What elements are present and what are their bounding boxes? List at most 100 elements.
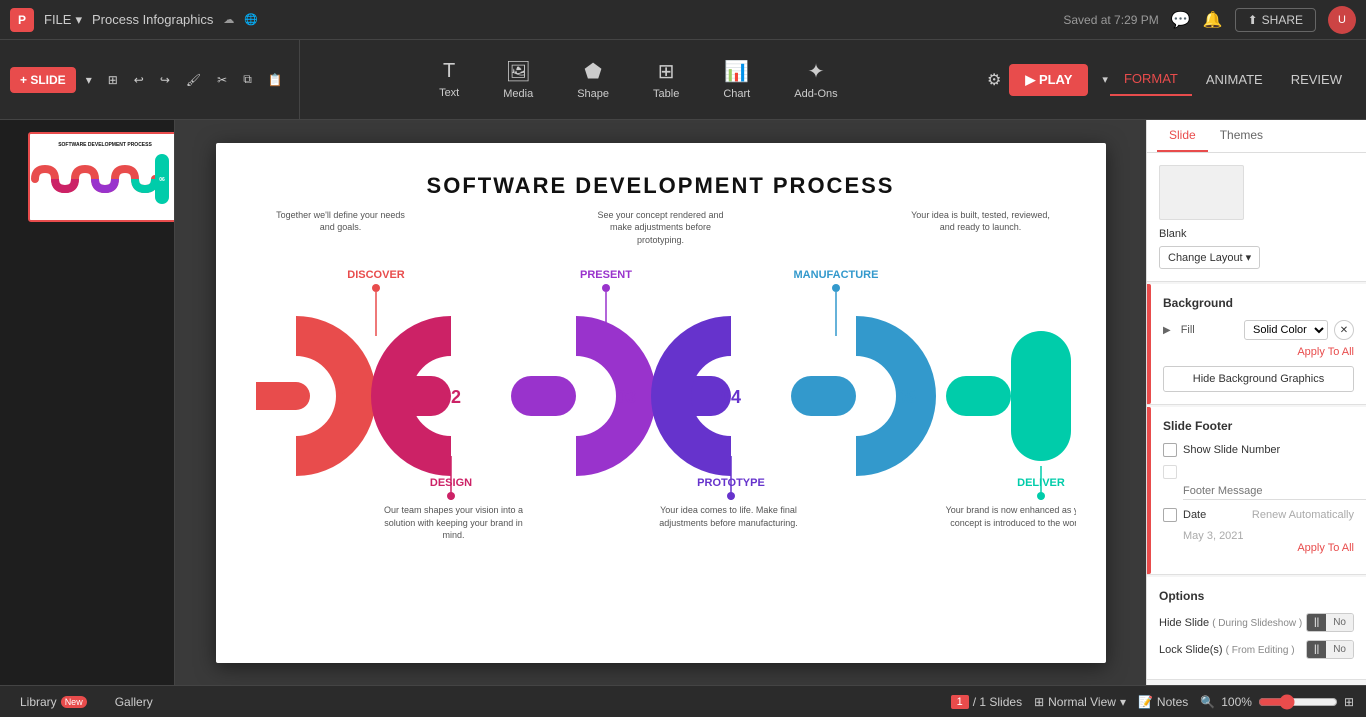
footer-message-checkbox[interactable]	[1163, 465, 1177, 479]
svg-text:03: 03	[82, 177, 88, 183]
show-slide-number-label: Show Slide Number	[1183, 444, 1280, 456]
comments-icon[interactable]: 💬	[1171, 10, 1191, 30]
top-right-actions: Saved at 7:29 PM 💬 🔔 ⬆ SHARE U	[1063, 6, 1356, 34]
footer-section: Slide Footer Show Slide Number Date Rene…	[1147, 407, 1366, 575]
tab-slide[interactable]: Slide	[1157, 120, 1208, 152]
options-title: Options	[1159, 589, 1354, 603]
settings-icon[interactable]: ⚙	[987, 70, 1001, 90]
slide-title: SOFTWARE DEVELOPMENT PROCESS	[256, 173, 1066, 199]
lock-slide-toggle-ii[interactable]: ||	[1307, 641, 1326, 658]
hide-slide-toggle-ii[interactable]: ||	[1307, 614, 1326, 631]
tab-animate[interactable]: ANIMATE	[1192, 64, 1277, 95]
footer-title: Slide Footer	[1163, 419, 1354, 433]
view-select[interactable]: ⊞ Normal View ▾	[1034, 695, 1126, 709]
format-paint-btn[interactable]: 🖌	[180, 69, 207, 91]
footer-message-row	[1163, 465, 1354, 500]
subtitle-1: Together we'll define your needs and goa…	[271, 209, 411, 247]
apply-all-link[interactable]: Apply To All	[1163, 346, 1354, 358]
thumb-content: SOFTWARE DEVELOPMENT PROCESS 01 02 03 04…	[30, 134, 175, 220]
table-tool[interactable]: ⊞ Table	[643, 51, 689, 108]
cloud-icon: ☁	[223, 13, 234, 26]
change-layout-button[interactable]: Change Layout ▾	[1159, 246, 1260, 269]
svg-text:02: 02	[440, 387, 460, 407]
subtitle-row: Together we'll define your needs and goa…	[256, 209, 1066, 247]
toolbar-left: + SLIDE ▾ ⊞ ↩ ↪ 🖌 ✂ ⧉ 📋	[0, 40, 300, 119]
play-button[interactable]: ▶ PLAY	[1009, 64, 1088, 96]
svg-text:05: 05	[895, 387, 915, 407]
subtitle-3: Your idea is built, tested, reviewed, an…	[911, 209, 1051, 247]
footer-apply-all-link[interactable]: Apply To All	[1163, 542, 1354, 554]
add-slide-button[interactable]: + SLIDE	[10, 67, 76, 93]
cut-btn[interactable]: ✂	[211, 69, 233, 91]
saved-status: Saved at 7:29 PM	[1063, 13, 1158, 27]
copy-btn[interactable]: ⧉	[237, 68, 258, 91]
slide-thumbnail[interactable]: SOFTWARE DEVELOPMENT PROCESS 01 02 03 04…	[28, 132, 175, 222]
share-icon: ⬆	[1248, 13, 1258, 27]
zoom-area: 🔍 100% ⊞	[1200, 694, 1354, 710]
zoom-in-icon[interactable]: 🔍	[1200, 695, 1215, 709]
view-icon: ⊞	[1034, 695, 1044, 709]
date-checkbox[interactable]	[1163, 508, 1177, 522]
date-row: Date Renew Automatically	[1163, 508, 1354, 522]
gallery-tab[interactable]: Gallery	[107, 691, 161, 713]
zoom-level: 100%	[1221, 695, 1252, 709]
subtitle-2: See your concept rendered and make adjus…	[591, 209, 731, 247]
svg-text:06: 06	[1030, 387, 1050, 407]
avatar: U	[1328, 6, 1356, 34]
right-panel: Slide Themes Blank Change Layout ▾ Backg…	[1146, 120, 1366, 685]
tab-format[interactable]: FORMAT	[1110, 63, 1192, 96]
infographic-svg: DISCOVER PRESENT MANUFACTURE	[256, 256, 1076, 556]
svg-text:04: 04	[102, 177, 108, 183]
play-dropdown-arrow[interactable]: ▾	[1100, 73, 1110, 86]
reset-fill-button[interactable]: ✕	[1334, 320, 1354, 340]
options-section: Options Hide Slide ( During Slideshow ) …	[1147, 577, 1366, 680]
media-icon: 🖼	[506, 59, 531, 84]
layout-name: Blank	[1159, 228, 1260, 240]
hide-slide-toggle-no[interactable]: No	[1326, 614, 1353, 631]
notes-button[interactable]: 📝 Notes	[1138, 695, 1188, 709]
toolbar: + SLIDE ▾ ⊞ ↩ ↪ 🖌 ✂ ⧉ 📋 T Text 🖼 Media ⬟…	[0, 40, 1366, 120]
grid-view-btn[interactable]: ⊞	[102, 69, 124, 91]
fill-select[interactable]: Solid Color Gradient Image	[1244, 320, 1328, 340]
hide-bg-button[interactable]: Hide Background Graphics	[1163, 366, 1354, 392]
paste-btn[interactable]: 📋	[262, 69, 289, 91]
media-tool[interactable]: 🖼 Media	[493, 51, 543, 108]
chart-tool[interactable]: 📊 Chart	[713, 51, 760, 108]
date-label: Date	[1183, 509, 1206, 521]
zoom-out-icon[interactable]: ⊞	[1344, 695, 1354, 709]
library-tab[interactable]: Library New	[12, 691, 95, 713]
addons-tool[interactable]: ✦ Add-Ons	[784, 51, 847, 108]
undo-btn[interactable]: ↩	[128, 69, 150, 91]
total-slides: / 1 Slides	[973, 695, 1022, 709]
tab-themes[interactable]: Themes	[1208, 120, 1275, 152]
svg-text:DISCOVER: DISCOVER	[347, 269, 405, 281]
zoom-slider[interactable]	[1258, 694, 1338, 710]
footer-message-input[interactable]	[1183, 483, 1366, 500]
slide-options-btn[interactable]: ▾	[80, 69, 98, 91]
bottom-right: 1 / 1 Slides ⊞ Normal View ▾ 📝 Notes 🔍 1…	[951, 694, 1354, 710]
share-button[interactable]: ⬆ SHARE	[1235, 8, 1316, 32]
text-tool[interactable]: T Text	[429, 52, 469, 107]
date-auto-label: Renew Automatically	[1252, 509, 1354, 521]
lock-slide-toggle-no[interactable]: No	[1326, 641, 1353, 658]
addons-icon: ✦	[808, 59, 825, 84]
chart-icon: 📊	[724, 59, 749, 84]
lock-slide-toggle: || No	[1306, 640, 1354, 659]
notifications-icon[interactable]: 🔔	[1203, 10, 1223, 30]
globe-icon: 🌐	[244, 13, 258, 26]
toolbar-center: T Text 🖼 Media ⬟ Shape ⊞ Table 📊 Chart ✦…	[300, 40, 977, 119]
redo-btn[interactable]: ↪	[154, 69, 176, 91]
file-menu[interactable]: FILE ▾	[44, 12, 82, 28]
svg-text:01: 01	[44, 177, 50, 183]
process-diagram: DISCOVER PRESENT MANUFACTURE	[256, 256, 1066, 596]
tab-review[interactable]: REVIEW	[1277, 64, 1356, 95]
show-slide-num-row: Show Slide Number	[1163, 443, 1354, 457]
shape-tool[interactable]: ⬟ Shape	[567, 51, 619, 108]
date-value: May 3, 2021	[1183, 530, 1354, 542]
show-slide-number-checkbox[interactable]	[1163, 443, 1177, 457]
fill-row: ▶ Fill Solid Color Gradient Image ✕	[1163, 320, 1354, 340]
view-chevron-icon: ▾	[1120, 695, 1126, 709]
hide-slide-label: Hide Slide ( During Slideshow )	[1159, 617, 1306, 629]
fill-expand-icon[interactable]: ▶	[1163, 325, 1171, 336]
top-bar: P FILE ▾ Process Infographics ☁ 🌐 Saved …	[0, 0, 1366, 40]
